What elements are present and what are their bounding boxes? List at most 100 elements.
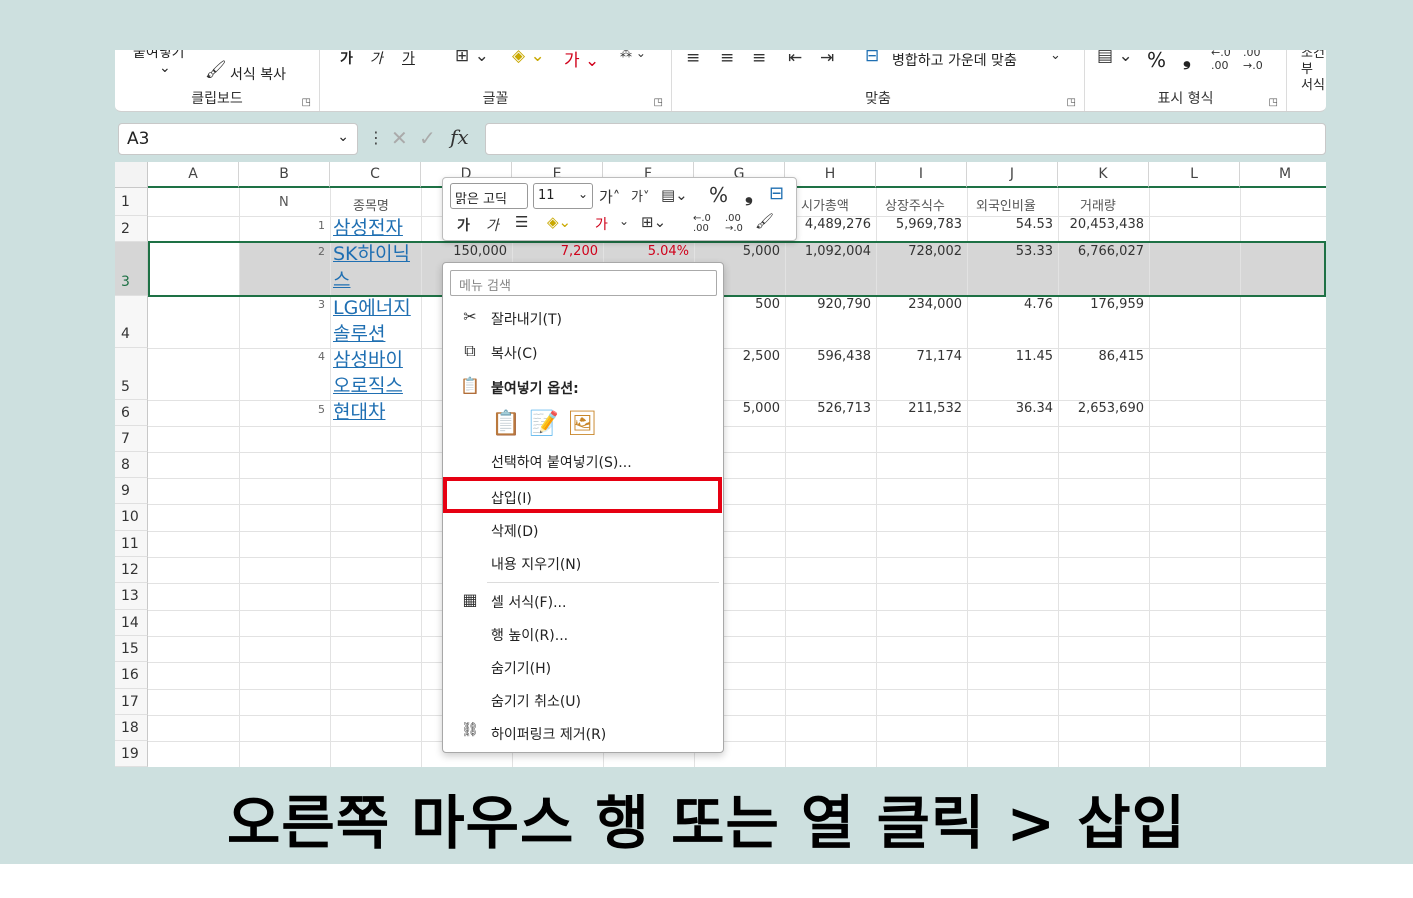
menu-item-copy[interactable]: ⧉ 복사(C) bbox=[443, 337, 723, 367]
row-header-9[interactable]: 9 bbox=[115, 478, 148, 504]
font-name-select[interactable]: 맑은 고딕 bbox=[450, 183, 528, 209]
bold-button[interactable]: 가 bbox=[340, 50, 353, 68]
column-header-a[interactable]: A bbox=[148, 162, 239, 188]
conditional-format-button[interactable]: 조건부 서식 bbox=[1301, 50, 1326, 94]
fill-color-icon[interactable]: ◈⌄ bbox=[547, 213, 571, 231]
column-header-c[interactable]: C bbox=[330, 162, 421, 188]
font-color-button[interactable]: 가 bbox=[595, 214, 608, 234]
increase-decimal-icon[interactable]: ←.0.00 bbox=[693, 214, 711, 234]
menu-item-row-height[interactable]: 행 높이(R)... bbox=[443, 619, 723, 649]
row-header-12[interactable]: 12 bbox=[115, 557, 148, 583]
format-painter-icon[interactable]: 🖌 bbox=[205, 60, 227, 80]
dialog-launcher-icon[interactable]: ◳ bbox=[1269, 97, 1278, 108]
row-header-14[interactable]: 14 bbox=[115, 610, 148, 636]
confirm-icon[interactable]: ✓ bbox=[419, 126, 436, 150]
row-header-15[interactable]: 15 bbox=[115, 636, 148, 662]
align-center-icon[interactable]: ☰ bbox=[515, 213, 528, 231]
cancel-icon[interactable]: ✕ bbox=[391, 126, 408, 150]
stock-link[interactable]: 삼성전자 bbox=[333, 215, 403, 241]
decrease-decimal-icon[interactable]: .00 →.0 bbox=[725, 214, 743, 234]
row-header-5[interactable]: 5 bbox=[115, 348, 148, 400]
percent-button[interactable]: % bbox=[709, 183, 728, 207]
menu-item-unhide[interactable]: 숨기기 취소(U) bbox=[443, 685, 723, 715]
column-header-h[interactable]: H bbox=[785, 162, 876, 188]
dialog-launcher-icon[interactable]: ◳ bbox=[1067, 97, 1076, 108]
align-left-icon[interactable]: ≡ bbox=[686, 50, 700, 68]
font-color-icon[interactable]: 가 ⌄ bbox=[564, 50, 599, 71]
chevron-down-icon[interactable]: ⌄ bbox=[619, 214, 629, 228]
font-size-select[interactable]: 11 ⌄ bbox=[533, 183, 593, 209]
grow-font-button[interactable]: 가˄ bbox=[599, 186, 620, 207]
row-header-8[interactable]: 8 bbox=[115, 452, 148, 478]
formula-input[interactable] bbox=[485, 123, 1326, 155]
dialog-launcher-icon[interactable]: ◳ bbox=[302, 97, 311, 108]
accounting-format-icon[interactable]: ▤ ⌄ bbox=[1097, 50, 1133, 66]
paste-icon[interactable]: 📋 bbox=[491, 409, 521, 437]
row-header-17[interactable]: 17 bbox=[115, 689, 148, 715]
fill-color-icon[interactable]: ◈ ⌄ bbox=[512, 50, 545, 66]
menu-item-cut[interactable]: ✂ 잘라내기(T) bbox=[443, 303, 723, 333]
dialog-launcher-icon[interactable]: ◳ bbox=[654, 97, 663, 108]
row-header-1[interactable]: 1 bbox=[115, 188, 148, 216]
accounting-format-icon[interactable]: ▤⌄ bbox=[661, 186, 688, 204]
underline-button[interactable]: 가 bbox=[402, 50, 415, 68]
comma-button[interactable]: ❟ bbox=[1183, 50, 1191, 70]
increase-decimal-icon[interactable]: ←.0.00 bbox=[1211, 50, 1231, 72]
border-icon[interactable]: ⊞⌄ bbox=[641, 213, 666, 231]
format-painter-button[interactable]: 서식 복사 bbox=[230, 64, 286, 84]
decrease-indent-icon[interactable]: ⇤ bbox=[788, 50, 802, 68]
column-header-b[interactable]: B bbox=[239, 162, 330, 188]
paste-dropdown-arrow[interactable]: ⌄ bbox=[159, 60, 171, 76]
column-header-j[interactable]: J bbox=[967, 162, 1058, 188]
insert-function-button[interactable]: fx bbox=[450, 125, 469, 149]
percent-button[interactable]: % bbox=[1147, 50, 1166, 72]
phonetic-icon[interactable]: ⁂ ⌄ bbox=[620, 50, 646, 60]
name-box[interactable]: A3 ⌄ bbox=[118, 123, 358, 155]
decrease-decimal-icon[interactable]: .00 →.0 bbox=[1243, 50, 1263, 72]
row-header-6[interactable]: 6 bbox=[115, 400, 148, 426]
row-header-13[interactable]: 13 bbox=[115, 583, 148, 610]
menu-item-clear-contents[interactable]: 내용 지우기(N) bbox=[443, 548, 723, 578]
row-header-11[interactable]: 11 bbox=[115, 531, 148, 557]
row-header-10[interactable]: 10 bbox=[115, 504, 148, 531]
merge-center-icon[interactable]: ⊟ bbox=[865, 50, 879, 66]
paste-picture-icon[interactable]: 🖼 bbox=[567, 409, 597, 437]
row-header-18[interactable]: 18 bbox=[115, 715, 148, 741]
align-right-icon[interactable]: ≡ bbox=[752, 50, 766, 68]
stock-link[interactable]: 현대차 bbox=[333, 399, 385, 425]
menu-item-remove-hyperlinks[interactable]: ⛓ 하이퍼링크 제거(R) bbox=[443, 718, 723, 748]
row-header-7[interactable]: 7 bbox=[115, 426, 148, 452]
format-painter-icon[interactable]: 🖌 bbox=[755, 212, 774, 230]
column-header-m[interactable]: M bbox=[1240, 162, 1326, 188]
paste-formulas-icon[interactable]: 📝 bbox=[529, 409, 559, 437]
chevron-down-icon[interactable]: ⌄ bbox=[337, 129, 349, 145]
bold-button[interactable]: 가 bbox=[457, 215, 470, 235]
shrink-font-button[interactable]: 가˅ bbox=[631, 186, 649, 205]
border-icon[interactable]: ⊞ ⌄ bbox=[455, 50, 489, 66]
italic-button[interactable]: 가 bbox=[486, 215, 499, 235]
menu-item-hide[interactable]: 숨기기(H) bbox=[443, 652, 723, 682]
italic-button[interactable]: 가 bbox=[370, 50, 383, 68]
select-all-corner[interactable] bbox=[115, 162, 148, 188]
column-header-l[interactable]: L bbox=[1149, 162, 1240, 188]
column-header-k[interactable]: K bbox=[1058, 162, 1149, 188]
menu-item-format-cells[interactable]: ▦ 셀 서식(F)... bbox=[443, 586, 723, 616]
row-header-3[interactable]: 3 bbox=[115, 242, 148, 296]
menu-item-paste-special[interactable]: 선택하여 붙여넣기(S)... bbox=[443, 446, 723, 476]
comma-button[interactable]: ❟ bbox=[745, 182, 753, 206]
row-header-19[interactable]: 19 bbox=[115, 741, 148, 767]
stock-link[interactable]: 삼성바이오로직스 bbox=[333, 347, 418, 399]
stock-link[interactable]: LG에너지솔루션 bbox=[333, 295, 418, 347]
merge-center-icon[interactable]: ⊟ bbox=[769, 183, 784, 204]
increase-indent-icon[interactable]: ⇥ bbox=[820, 50, 834, 68]
menu-search-input[interactable]: 메뉴 검색 bbox=[450, 270, 717, 296]
row-header-2[interactable]: 2 bbox=[115, 216, 148, 242]
row-header-16[interactable]: 16 bbox=[115, 662, 148, 689]
menu-item-delete[interactable]: 삭제(D) bbox=[443, 515, 723, 545]
merge-center-button[interactable]: 병합하고 가운데 맞춤 bbox=[892, 50, 1017, 70]
column-header-i[interactable]: I bbox=[876, 162, 967, 188]
row-header-4[interactable]: 4 bbox=[115, 296, 148, 348]
more-options-icon[interactable]: ⋮ bbox=[368, 128, 384, 147]
merge-dropdown-icon[interactable]: ⌄ bbox=[1050, 50, 1061, 63]
align-center-icon[interactable]: ≡ bbox=[720, 50, 734, 68]
